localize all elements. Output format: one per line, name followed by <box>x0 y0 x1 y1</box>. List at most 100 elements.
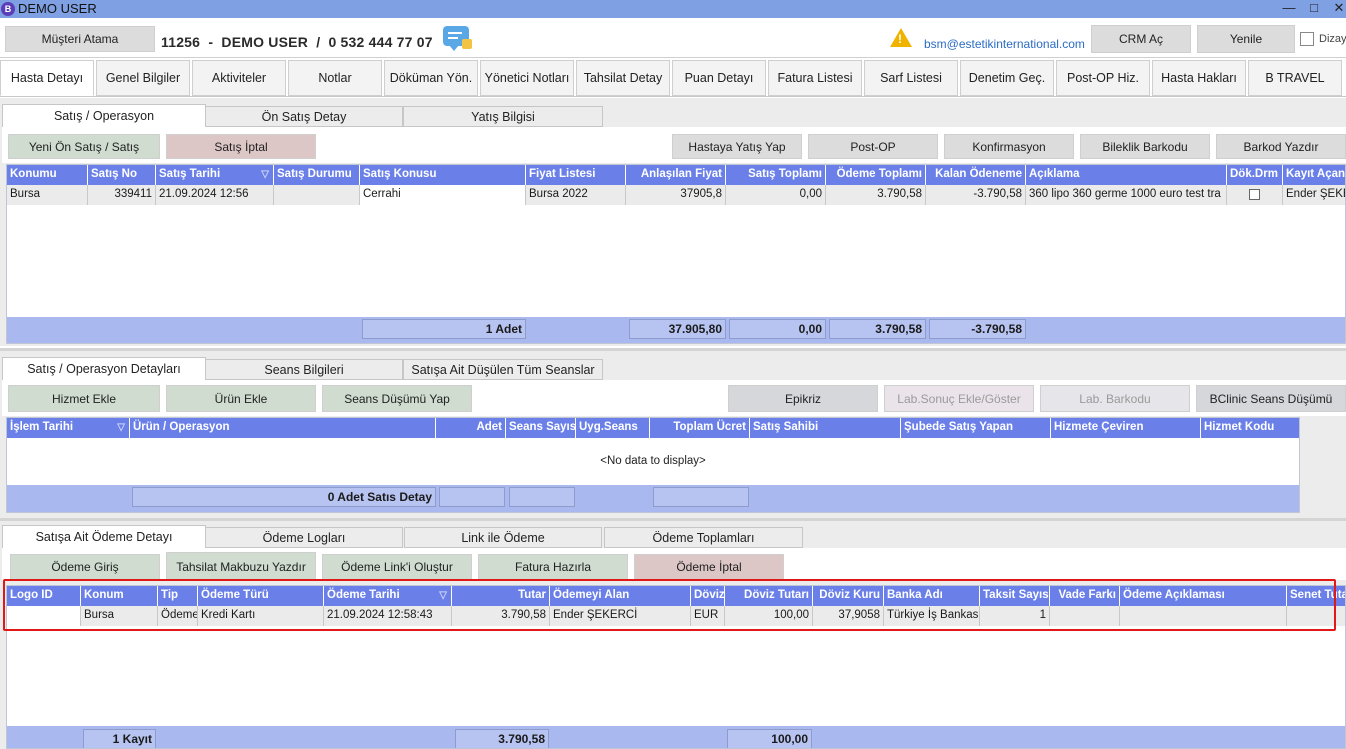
tab-pre-sale-detail[interactable]: Ön Satış Detay <box>205 106 403 127</box>
crm-open-button[interactable]: CRM Aç <box>1091 25 1191 53</box>
cancel-payment-button[interactable]: Ödeme İptal <box>634 554 784 580</box>
cell-sale-no: 339411 <box>88 185 156 205</box>
patient-info: 11256 - DEMO USER / 0 532 444 77 07 <box>161 34 433 50</box>
patient-name: DEMO USER <box>221 34 309 50</box>
tab-operation-details[interactable]: Satış / Operasyon Detayları <box>2 357 206 380</box>
bracelet-barcode-button[interactable]: Bileklik Barkodu <box>1080 134 1210 159</box>
table-row[interactable]: Bursa 339411 21.09.2024 12:56 Cerrahi Bu… <box>7 185 1345 205</box>
tab-link-payment[interactable]: Link ile Ödeme <box>404 527 602 548</box>
lab-result-button[interactable]: Lab.Sonuç Ekle/Göster <box>884 385 1034 412</box>
print-receipt-button[interactable]: Tahsilat Makbuzu Yazdır <box>166 552 316 580</box>
window-title: DEMO USER <box>18 1 97 16</box>
admit-patient-button[interactable]: Hastaya Yatış Yap <box>672 134 802 159</box>
warning-icon[interactable]: ! <box>890 28 912 47</box>
assign-customer-button[interactable]: Müşteri Atama <box>5 26 155 52</box>
sales-total-summary: 0,00 <box>729 319 826 339</box>
col-session-count[interactable]: Seans Sayısı <box>506 418 576 438</box>
col-sales-total[interactable]: Satış Toplamı <box>726 165 826 185</box>
col-sale-status[interactable]: Satış Durumu <box>274 165 360 185</box>
add-service-button[interactable]: Hizmet Ekle <box>8 385 160 412</box>
tab-collection[interactable]: Tahsilat Detay <box>576 60 670 96</box>
cell-payment-total: 3.790,58 <box>826 185 926 205</box>
cell-doc-status <box>1227 185 1283 205</box>
tab-patient-rights[interactable]: Hasta Hakları <box>1152 60 1246 96</box>
col-location[interactable]: Konumu <box>7 165 88 185</box>
lab-barcode-button[interactable]: Lab. Barkodu <box>1040 385 1190 412</box>
prepare-invoice-button[interactable]: Fatura Hazırla <box>478 554 628 580</box>
tab-payment-detail[interactable]: Satışa Ait Ödeme Detayı <box>2 525 206 548</box>
tab-session-info[interactable]: Seans Bilgileri <box>205 359 403 380</box>
tab-audit[interactable]: Denetim Geç. <box>960 60 1054 96</box>
highlight-annotation <box>3 579 1336 631</box>
app-logo-icon: B <box>1 2 15 16</box>
tab-payment-totals[interactable]: Ödeme Toplamları <box>604 527 803 548</box>
maximize-icon[interactable]: □ <box>1301 0 1327 18</box>
col-payment-total[interactable]: Ödeme Toplamı <box>826 165 926 185</box>
col-branch-seller[interactable]: Şubede Satış Yapan <box>901 418 1051 438</box>
chat-icon[interactable] <box>443 26 472 51</box>
col-remaining[interactable]: Kalan Ödeneme <box>926 165 1026 185</box>
tab-general-info[interactable]: Genel Bilgiler <box>96 60 190 96</box>
filter-icon[interactable]: ▽ <box>117 418 125 437</box>
tab-all-sessions[interactable]: Satışa Ait Düşülen Tüm Seanslar <box>403 359 603 380</box>
epicrisis-button[interactable]: Epikriz <box>728 385 878 412</box>
filter-icon[interactable]: ▽ <box>261 165 269 184</box>
tab-activities[interactable]: Aktiviteler <box>192 60 286 96</box>
create-payment-link-button[interactable]: Ödeme Link'i Oluştur <box>322 554 472 580</box>
col-created-by[interactable]: Kayıt Açan <box>1283 165 1345 185</box>
col-converted-by[interactable]: Hizmete Çeviren <box>1051 418 1201 438</box>
print-barcode-button[interactable]: Barkod Yazdır <box>1216 134 1346 159</box>
col-sale-date[interactable]: Satış Tarihi ▽ <box>156 165 274 185</box>
col-price-list[interactable]: Fiyat Listesi <box>526 165 626 185</box>
cancel-sale-button[interactable]: Satış İptal <box>166 134 316 159</box>
design-label: Dizayn <box>1319 33 1346 45</box>
cell-remaining: -3.790,58 <box>926 185 1026 205</box>
separator: - <box>208 34 214 50</box>
refresh-button[interactable]: Yenile <box>1197 25 1295 53</box>
tab-sales-operation[interactable]: Satış / Operasyon <box>2 104 206 127</box>
splitter[interactable] <box>0 348 1346 351</box>
col-sale-no[interactable]: Satış No <box>88 165 156 185</box>
col-doc-status[interactable]: Dök.Drm <box>1227 165 1283 185</box>
confirmation-button[interactable]: Konfirmasyon <box>944 134 1074 159</box>
sales-grid: Konumu Satış No Satış Tarihi ▽ Satış Duru… <box>6 164 1346 344</box>
col-quantity[interactable]: Adet <box>436 418 506 438</box>
tab-payment-logs[interactable]: Ödeme Logları <box>205 527 403 548</box>
col-service-code[interactable]: Hizmet Kodu <box>1201 418 1299 438</box>
tab-patient-detail[interactable]: Hasta Detayı <box>0 60 94 96</box>
tab-notes[interactable]: Notlar <box>288 60 382 96</box>
details-grid-header: İşlem Tarihi ▽ Ürün / Operasyon Adet Sean… <box>7 418 1299 438</box>
tab-invoices[interactable]: Fatura Listesi <box>768 60 862 96</box>
session-summary <box>509 487 575 507</box>
details-grid-footer: 0 Adet Satıs Detay <box>7 485 1299 512</box>
payment-entry-button[interactable]: Ödeme Giriş <box>10 554 160 580</box>
bclinic-session-button[interactable]: BClinic Seans Düşümü <box>1196 385 1346 412</box>
minimize-icon[interactable]: — <box>1276 0 1302 18</box>
tab-post-op[interactable]: Post-OP Hiz. <box>1056 60 1150 96</box>
post-op-button[interactable]: Post-OP <box>808 134 938 159</box>
col-total-fee[interactable]: Toplam Ücret <box>650 418 750 438</box>
doc-status-checkbox[interactable] <box>1249 189 1260 200</box>
tab-points[interactable]: Puan Detayı <box>672 60 766 96</box>
col-process-date[interactable]: İşlem Tarihi ▽ <box>7 418 130 438</box>
window-titlebar: B DEMO USER — □ ✕ <box>0 0 1346 18</box>
close-icon[interactable]: ✕ <box>1326 0 1346 18</box>
design-checkbox[interactable] <box>1300 32 1314 46</box>
col-description[interactable]: Açıklama <box>1026 165 1227 185</box>
col-applied-session[interactable]: Uyg.Seans <box>576 418 650 438</box>
col-sales-owner[interactable]: Satış Sahibi <box>750 418 901 438</box>
tab-documents[interactable]: Döküman Yön. <box>384 60 478 96</box>
user-email: bsm@estetikinternational.com <box>924 37 1085 51</box>
tab-manager-notes[interactable]: Yönetici Notları <box>480 60 574 96</box>
tab-b-travel[interactable]: B TRAVEL <box>1248 60 1342 96</box>
tab-consumables[interactable]: Sarf Listesi <box>864 60 958 96</box>
col-agreed-price[interactable]: Anlaşılan Fiyat <box>626 165 726 185</box>
new-pre-sale-button[interactable]: Yeni Ön Satış / Satış <box>8 134 160 159</box>
splitter[interactable] <box>0 518 1346 521</box>
col-process-date-label: İşlem Tarihi <box>10 421 74 433</box>
session-deduct-button[interactable]: Seans Düşümü Yap <box>322 385 472 412</box>
col-product-operation[interactable]: Ürün / Operasyon <box>130 418 436 438</box>
col-sale-subject[interactable]: Satış Konusu <box>360 165 526 185</box>
add-product-button[interactable]: Ürün Ekle <box>166 385 316 412</box>
tab-admission-info[interactable]: Yatış Bilgisi <box>403 106 603 127</box>
